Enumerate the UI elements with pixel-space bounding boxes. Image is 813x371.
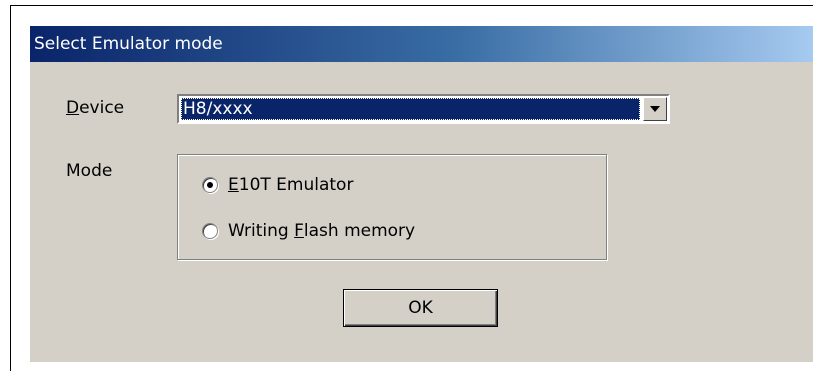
device-dropdown-button[interactable] <box>643 97 667 121</box>
device-label: Device <box>66 98 124 118</box>
device-select[interactable]: H8/xxxx <box>177 94 670 124</box>
device-label-accelerator: D <box>66 98 80 118</box>
radio-e10t-emulator[interactable]: E10T Emulator <box>202 175 353 195</box>
page-border-left <box>10 5 11 371</box>
device-label-text: evice <box>79 98 125 118</box>
radio-writing-flash-memory[interactable]: Writing Flash memory <box>202 221 415 241</box>
radio-e10t-label: E10T Emulator <box>228 175 354 195</box>
dropdown-arrow-icon <box>650 106 660 112</box>
ok-button[interactable]: OK <box>343 289 498 327</box>
dialog-title: Select Emulator mode <box>30 26 813 62</box>
mode-group: E10T Emulator Writing Flash memory <box>177 154 607 260</box>
select-emulator-mode-dialog: Select Emulator mode Device H8/xxxx Mode… <box>30 26 813 362</box>
device-select-value: H8/xxxx <box>181 98 640 120</box>
mode-label: Mode <box>66 161 113 181</box>
radio-writing-flash-label: Writing Flash memory <box>228 221 416 241</box>
radio-checked-icon[interactable] <box>202 177 218 193</box>
radio-unchecked-icon[interactable] <box>202 223 218 239</box>
page-border-top <box>10 5 813 6</box>
